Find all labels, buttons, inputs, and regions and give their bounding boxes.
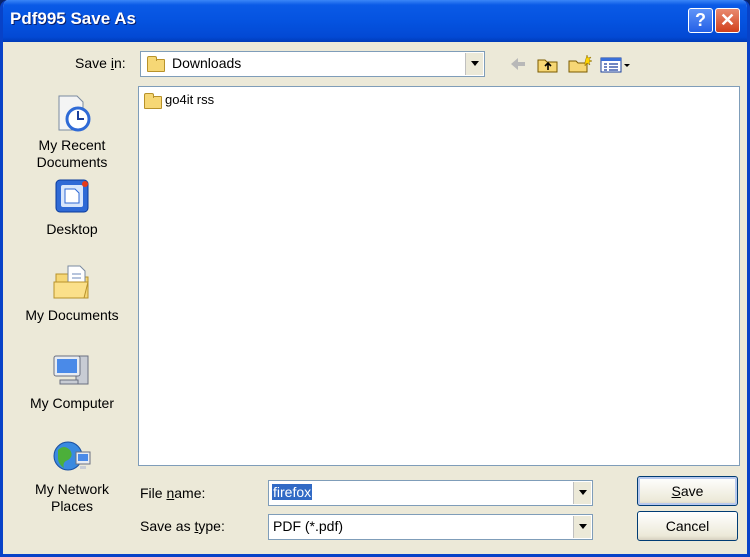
help-button[interactable]: ? (688, 8, 713, 33)
save-button-key: S (671, 483, 681, 499)
desktop-icon (55, 179, 89, 213)
network-places-icon (53, 441, 91, 471)
dropdown-arrow-icon[interactable] (465, 53, 483, 75)
save-in-dropdown[interactable]: Downloads (140, 51, 485, 77)
save-as-type-value: PDF (*.pdf) (273, 518, 344, 534)
file-name-input[interactable]: firefox (268, 480, 593, 506)
save-in-label-post: n: (113, 55, 126, 71)
up-folder-icon[interactable] (536, 54, 560, 74)
place-desktop[interactable]: Desktop (19, 176, 125, 238)
close-button[interactable]: ✕ (715, 8, 740, 33)
views-menu-icon[interactable] (599, 54, 633, 74)
place-label: My Documents (25, 307, 119, 323)
save-in-label-pre: Save (75, 55, 111, 71)
save-as-type-dropdown[interactable]: PDF (*.pdf) (268, 514, 593, 540)
file-name-label-post: ame: (174, 485, 206, 501)
save-as-type-label: Save as type: (140, 518, 225, 534)
place-my-network-places[interactable]: My Network Places (19, 436, 125, 515)
my-computer-icon (53, 355, 89, 385)
file-name-label-pre: File (140, 485, 167, 501)
dropdown-arrow-icon[interactable] (573, 482, 591, 504)
recent-documents-icon (58, 95, 91, 132)
save-as-dialog: Pdf995 Save As ? ✕ Save in: Downloads My… (0, 0, 750, 557)
folder-icon (147, 56, 165, 72)
file-name-value: firefox (272, 484, 313, 500)
save-as-type-label-pre: Save as (140, 518, 195, 534)
place-label: My Network Places (35, 481, 109, 514)
place-my-computer[interactable]: My Computer (19, 350, 125, 412)
file-name-text: go4it rss (165, 92, 215, 107)
title-bar[interactable]: Pdf995 Save As ? ✕ (3, 0, 747, 42)
folder-icon (144, 93, 162, 109)
place-label: My Computer (29, 395, 115, 411)
file-list[interactable]: go4it rss (138, 86, 740, 466)
place-label: Desktop (46, 221, 98, 237)
my-documents-icon (53, 265, 89, 299)
new-folder-icon[interactable] (567, 54, 593, 74)
window-title: Pdf995 Save As (10, 9, 136, 28)
cancel-button[interactable]: Cancel (637, 511, 738, 541)
save-button[interactable]: Save (637, 476, 738, 506)
save-in-label: Save in: (75, 55, 126, 71)
back-icon[interactable] (508, 54, 528, 74)
place-my-documents[interactable]: My Documents (19, 262, 125, 324)
file-name-label: File name: (140, 485, 205, 501)
save-button-rest: ave (680, 483, 704, 499)
dropdown-arrow-icon[interactable] (573, 516, 591, 538)
place-label: My Recent Documents (36, 137, 108, 170)
save-as-type-label-post: ype: (198, 518, 225, 534)
place-my-recent-documents[interactable]: My Recent Documents (19, 92, 125, 171)
save-in-value: Downloads (172, 55, 242, 71)
